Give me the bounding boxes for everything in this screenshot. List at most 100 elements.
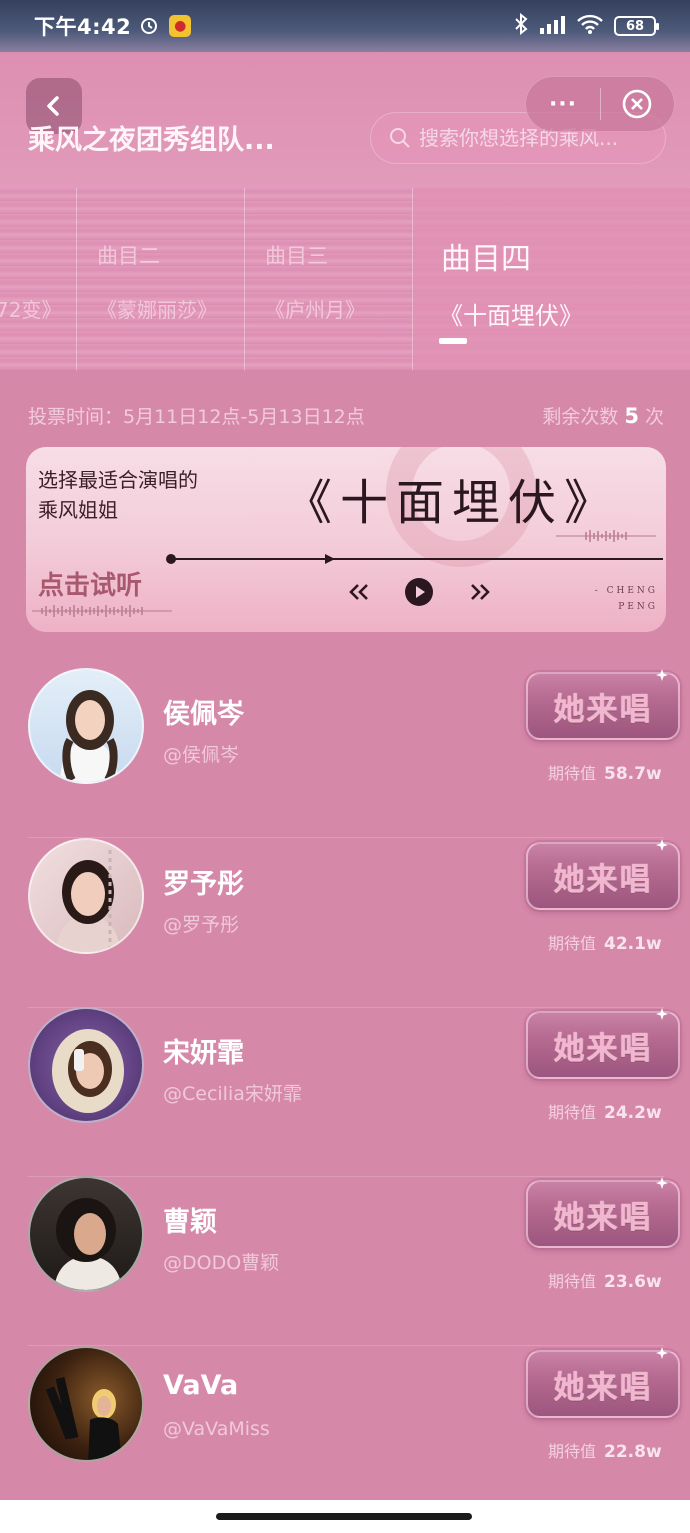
expectation-label: 期待值	[548, 1272, 597, 1291]
singer-row: 侯佩岑 @侯佩岑 她来唱 期待值 58.7w	[28, 668, 680, 838]
vote-time: 投票时间：5月11日12点-5月13日12点	[28, 405, 365, 428]
sparkle-icon	[656, 669, 668, 681]
avatar[interactable]	[28, 668, 144, 784]
tab-song-3[interactable]: 曲目三 《庐州月》	[245, 188, 413, 370]
expectation-number: 22.8w	[604, 1442, 662, 1462]
she-sings-button[interactable]: 她来唱	[526, 1347, 680, 1418]
she-sings-label: 她来唱	[553, 861, 653, 898]
sparkle-icon	[656, 839, 668, 851]
active-tab-indicator	[439, 338, 467, 344]
singer-row: 曹颖 @DODO曹颖 她来唱 期待值 23.6w	[28, 1176, 680, 1346]
brand-mark: - CHENG PENG	[595, 583, 658, 615]
progress-track[interactable]	[171, 558, 663, 560]
waveform-decoration	[556, 530, 656, 542]
sparkle-icon	[656, 1008, 668, 1020]
close-button[interactable]	[601, 88, 674, 120]
alarm-icon	[139, 15, 159, 38]
expectation-label: 期待值	[548, 764, 597, 783]
she-sings-label: 她来唱	[553, 1369, 653, 1406]
chevron-left-icon	[47, 96, 59, 116]
close-icon	[623, 89, 652, 119]
fast-forward-icon	[471, 584, 490, 600]
card-subtitle-line1: 选择最适合演唱的	[38, 468, 198, 492]
expectation-value: 期待值 22.8w	[548, 1438, 662, 1462]
singer-handle[interactable]: @Cecilia宋妍霏	[163, 1079, 302, 1106]
avatar-image	[54, 1198, 122, 1290]
tab-song-number: 曲目三	[265, 244, 328, 268]
expectation-label: 期待值	[548, 934, 597, 953]
she-sings-label: 她来唱	[553, 691, 653, 728]
expectation-value: 期待值 24.2w	[548, 1099, 662, 1123]
weibo-icon: ●	[169, 15, 192, 37]
header: 乘风之夜团秀组队... ···	[0, 52, 690, 188]
status-icons: 68	[514, 12, 659, 39]
card-song-title: 《十面埋伏》	[284, 475, 621, 531]
avatar[interactable]	[28, 1007, 144, 1123]
she-sings-label: 她来唱	[553, 1030, 653, 1067]
singer-name: 罗予彤	[163, 869, 244, 900]
card-subtitle: 选择最适合演唱的 乘风姐姐	[38, 465, 198, 525]
status-time: 下午4:42	[34, 15, 132, 39]
remaining-suffix: 次	[644, 405, 664, 428]
avatar[interactable]	[28, 1346, 144, 1462]
tab-song-1[interactable]: 72变》	[0, 188, 77, 370]
previous-button[interactable]	[344, 577, 374, 607]
singer-name: VaVa	[163, 1370, 239, 1401]
listen-button[interactable]: 点击试听	[38, 565, 142, 602]
tab-song-title: 《庐州月》	[265, 298, 365, 322]
remaining-prefix: 剩余次数	[542, 405, 619, 428]
she-sings-button[interactable]: 她来唱	[526, 839, 680, 910]
tab-song-title: 72变》	[0, 298, 62, 322]
more-button[interactable]: ···	[526, 92, 600, 117]
singer-handle[interactable]: @VaVaMiss	[163, 1418, 270, 1440]
play-button[interactable]	[404, 577, 434, 607]
waveform-decoration	[32, 605, 172, 617]
status-bar: 下午4:42 ● 68	[0, 0, 690, 52]
remaining-votes: 剩余次数 5 次	[542, 402, 664, 429]
expectation-value: 期待值 23.6w	[548, 1268, 662, 1292]
expectation-number: 58.7w	[604, 764, 662, 784]
tab-song-2[interactable]: 曲目二 《蒙娜丽莎》	[77, 188, 245, 370]
search-icon	[390, 128, 410, 148]
expectation-number: 23.6w	[604, 1272, 662, 1292]
card-subtitle-line2: 乘风姐姐	[38, 498, 118, 522]
singer-handle[interactable]: @侯佩岑	[163, 740, 239, 767]
expectation-label: 期待值	[548, 1442, 597, 1461]
she-sings-label: 她来唱	[553, 1199, 653, 1236]
battery-icon: 68	[614, 16, 659, 36]
home-indicator[interactable]	[216, 1513, 472, 1520]
singer-row: 罗予彤 @罗予彤 她来唱 期待值 42.1w	[28, 838, 680, 1008]
signal-icon	[538, 14, 566, 38]
she-sings-button[interactable]: 她来唱	[526, 1177, 680, 1248]
expectation-number: 24.2w	[604, 1103, 662, 1123]
vote-info-bar: 投票时间：5月11日12点-5月13日12点 剩余次数 5 次	[28, 400, 664, 430]
singer-name: 曹颖	[163, 1207, 217, 1238]
avatar-image	[45, 1376, 122, 1460]
expectation-number: 42.1w	[604, 934, 662, 954]
avatar[interactable]	[28, 838, 144, 954]
tab-song-4[interactable]: 曲目四 《十面埋伏》	[413, 188, 690, 370]
sparkle-icon	[656, 1347, 668, 1359]
sparkle-icon	[656, 1177, 668, 1189]
page-title: 乘风之夜团秀组队...	[28, 125, 275, 156]
singer-name: 侯佩岑	[163, 699, 244, 730]
song-tabs: 72变》 曲目二 《蒙娜丽莎》 曲目三 《庐州月》 曲目四 《十面埋伏》	[0, 188, 690, 370]
she-sings-button[interactable]: 她来唱	[526, 1008, 680, 1079]
next-button[interactable]	[465, 577, 495, 607]
expectation-value: 期待值 42.1w	[548, 930, 662, 954]
tab-song-number: 曲目二	[97, 244, 160, 268]
progress-arrow-icon	[325, 554, 335, 564]
avatar-image	[52, 1029, 124, 1113]
singer-handle[interactable]: @罗予彤	[163, 910, 239, 937]
rewind-icon	[349, 584, 368, 600]
singer-handle[interactable]: @DODO曹颖	[163, 1248, 279, 1275]
avatar-image	[60, 690, 118, 782]
avatar-image	[56, 850, 120, 952]
play-icon	[405, 578, 433, 606]
bluetooth-icon	[514, 12, 528, 39]
singer-row: VaVa @VaVaMiss 她来唱 期待值 22.8w	[28, 1346, 680, 1516]
avatar[interactable]	[28, 1176, 144, 1292]
she-sings-button[interactable]: 她来唱	[526, 669, 680, 740]
mini-program-capsule: ···	[525, 76, 675, 132]
audio-preview-card: 选择最适合演唱的 乘风姐姐 《十面埋伏》 点击试听 - CHENG PENG	[26, 447, 666, 632]
